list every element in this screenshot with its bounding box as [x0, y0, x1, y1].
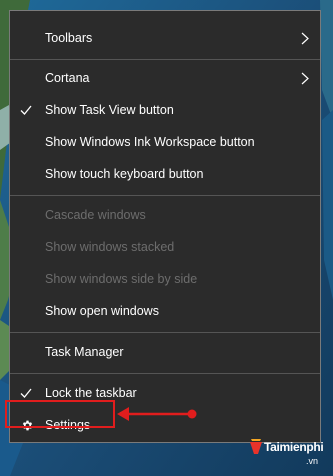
menu-item-show-open-windows[interactable]: Show open windows	[10, 298, 320, 324]
menu-item-label: Show Windows Ink Workspace button	[45, 135, 255, 149]
menu-item-show-task-view[interactable]: Show Task View button	[10, 97, 320, 123]
menu-item-show-windows-stacked: Show windows stacked	[10, 234, 320, 260]
menu-item-label: Show open windows	[45, 304, 159, 318]
settings-highlight-box	[5, 400, 115, 428]
menu-item-cortana[interactable]: Cortana	[10, 65, 320, 91]
menu-item-show-ink-workspace[interactable]: Show Windows Ink Workspace button	[10, 129, 320, 155]
menu-item-label: Show Task View button	[45, 103, 174, 117]
menu-item-label: Show touch keyboard button	[45, 167, 204, 181]
menu-item-show-windows-side-by-side: Show windows side by side	[10, 266, 320, 292]
menu-separator	[10, 332, 320, 333]
checkmark-icon	[20, 388, 32, 398]
menu-item-label: Lock the taskbar	[45, 386, 137, 400]
menu-item-task-manager[interactable]: Task Manager	[10, 339, 320, 365]
menu-item-label: Show windows stacked	[45, 240, 175, 254]
menu-separator	[10, 59, 320, 60]
menu-item-label: Cascade windows	[45, 208, 146, 222]
menu-item-show-touch-keyboard[interactable]: Show touch keyboard button	[10, 161, 320, 187]
taskbar-context-menu: Toolbars Cortana Show Task View button S…	[9, 10, 321, 443]
checkmark-icon	[20, 105, 32, 115]
watermark: Taimienphi .vn	[248, 438, 333, 476]
pointer-arrow-icon	[117, 407, 197, 421]
menu-separator	[10, 195, 320, 196]
menu-item-label: Show windows side by side	[45, 272, 198, 286]
watermark-domain: .vn	[306, 456, 319, 466]
menu-item-label: Cortana	[45, 71, 90, 85]
chevron-right-icon	[301, 32, 309, 45]
taimienphi-logo-icon	[250, 439, 262, 454]
menu-item-label: Task Manager	[45, 345, 124, 359]
menu-item-cascade-windows: Cascade windows	[10, 202, 320, 228]
menu-item-label: Toolbars	[45, 31, 93, 45]
menu-item-toolbars[interactable]: Toolbars	[10, 25, 320, 51]
menu-separator	[10, 373, 320, 374]
chevron-right-icon	[301, 72, 309, 85]
watermark-brand: Taimienphi	[264, 440, 324, 454]
